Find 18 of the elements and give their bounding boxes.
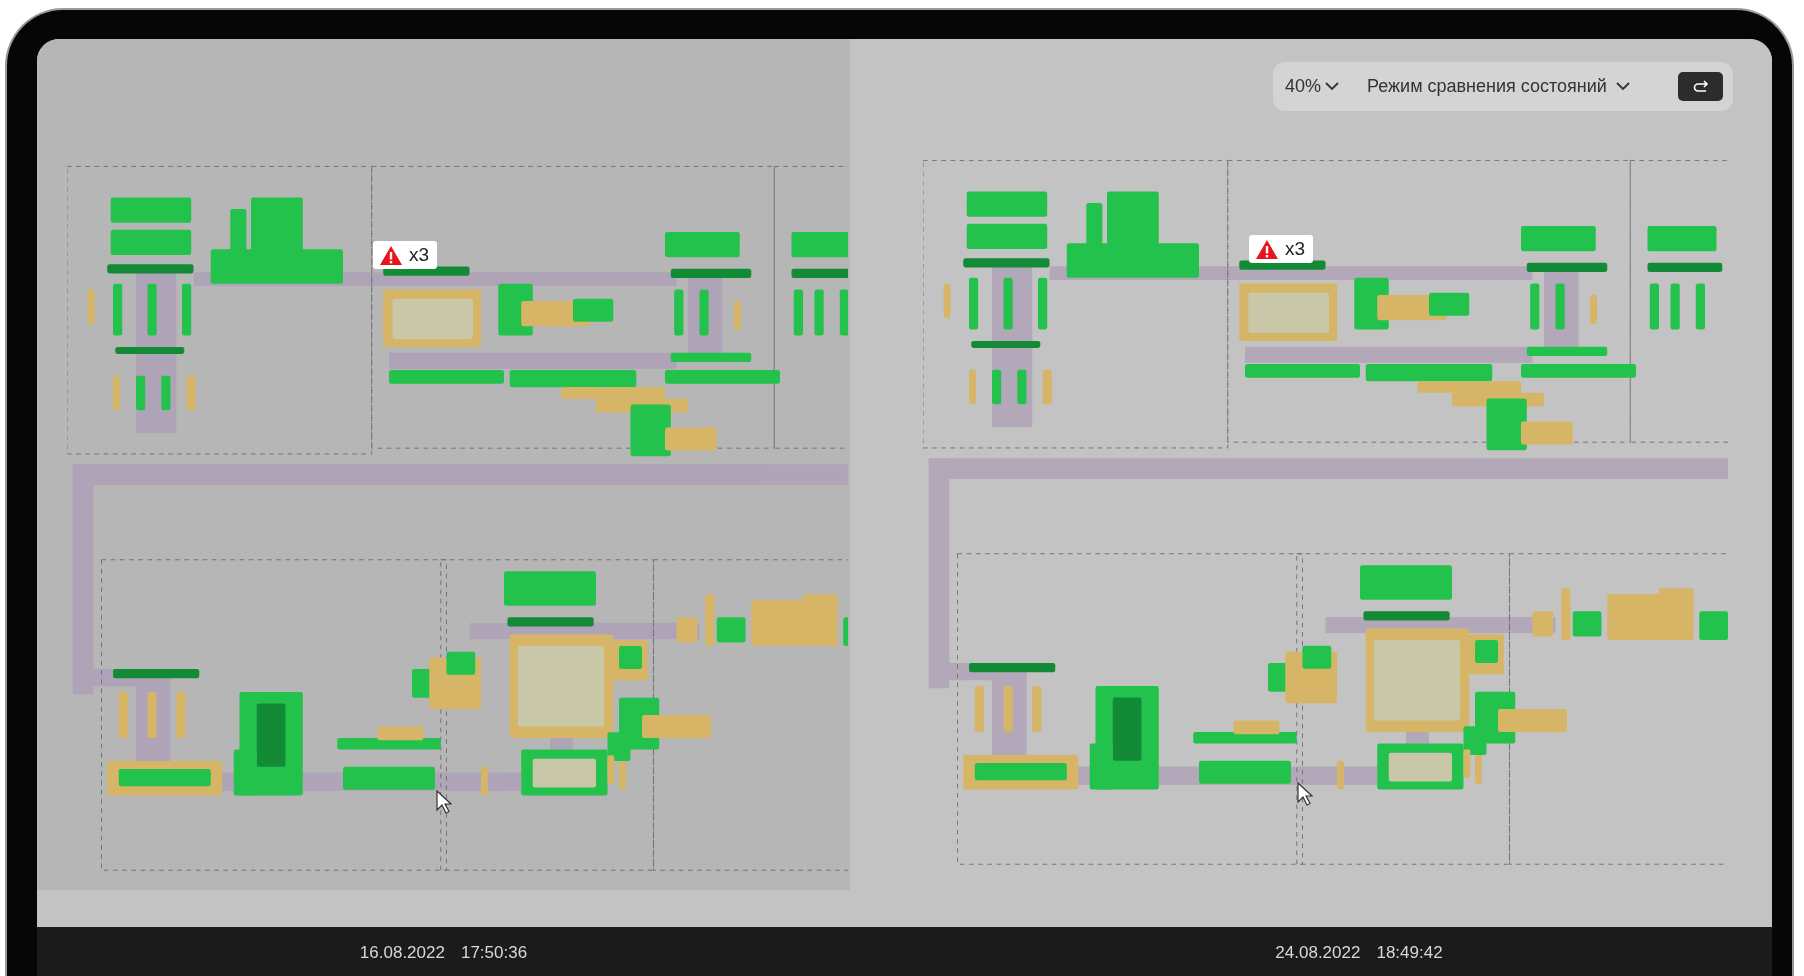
warning-count: x3	[1285, 238, 1306, 260]
date-label: 16.08.2022	[359, 942, 445, 963]
mouse-pointer-icon	[436, 790, 452, 814]
chevron-down-icon	[1325, 82, 1340, 91]
time-label: 17:50:36	[460, 942, 528, 963]
time-label: 18:49:42	[1376, 942, 1443, 963]
mode-dropdown[interactable]: Режим сравнения состояний	[1367, 76, 1630, 97]
warning-badge[interactable]: x3	[1249, 235, 1314, 263]
zoom-dropdown[interactable]: 40%	[1285, 76, 1340, 97]
redo-button[interactable]	[1678, 72, 1723, 101]
warning-icon	[1255, 238, 1279, 260]
mouse-pointer-icon	[1297, 782, 1313, 806]
warning-count: x3	[409, 244, 430, 266]
warning-icon	[379, 244, 403, 266]
warning-badge[interactable]: x3	[373, 241, 438, 269]
redo-arrow-icon	[1692, 80, 1709, 93]
chevron-down-icon	[1615, 82, 1630, 91]
date-label: 24.08.2022	[1275, 942, 1361, 963]
